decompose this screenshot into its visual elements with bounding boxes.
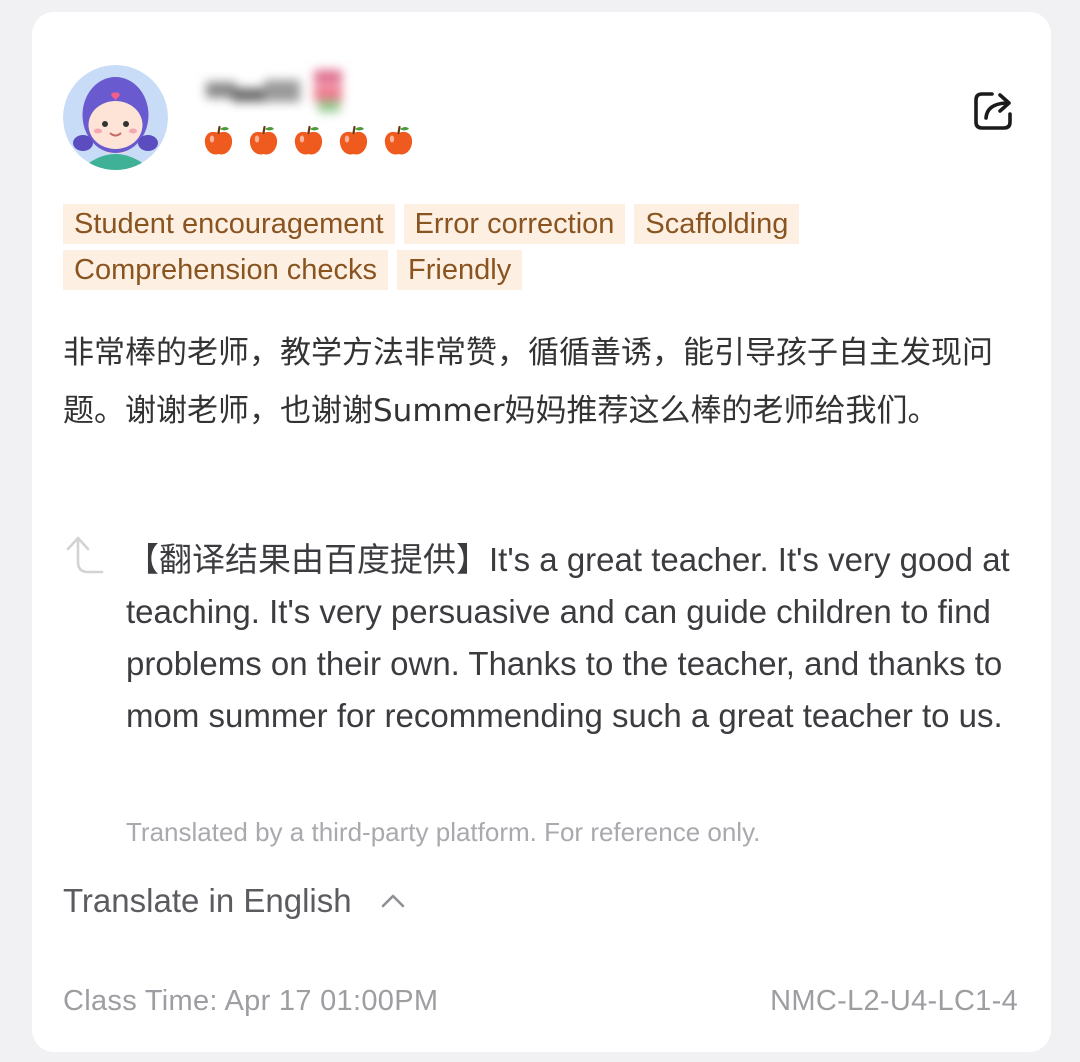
review-card: Student encouragement Error correction S… <box>32 12 1051 1052</box>
tag-list: Student encouragement Error correction S… <box>63 204 883 290</box>
chevron-up-icon <box>381 894 404 908</box>
apple-icon <box>384 125 413 155</box>
share-icon[interactable] <box>970 86 1018 134</box>
apple-icon <box>204 125 233 155</box>
translate-arrow-icon <box>62 534 106 578</box>
class-code: NMC-L2-U4-LC1-4 <box>770 985 1018 1017</box>
tag-chip: Error correction <box>403 204 626 244</box>
translate-toggle-button[interactable]: Translate in English <box>63 882 408 920</box>
apple-icon <box>339 125 368 155</box>
tag-chip: Comprehension checks <box>63 250 389 290</box>
tag-chip: Student encouragement <box>63 204 395 244</box>
tag-chip: Scaffolding <box>634 204 800 244</box>
translation-disclaimer: Translated by a third-party platform. Fo… <box>126 817 761 847</box>
apple-icon <box>294 125 323 155</box>
class-time: Class Time: Apr 17 01:00PM <box>63 985 439 1017</box>
blurred-username <box>202 70 372 116</box>
translated-text: 【翻译结果由百度提供】It's a great teacher. It's ve… <box>126 541 1010 734</box>
avatar[interactable] <box>63 65 168 170</box>
apple-icon <box>249 125 278 155</box>
review-text: 非常棒的老师，教学方法非常赞，循循善诱，能引导孩子自主发现问题。谢谢老师，也谢谢… <box>63 335 993 429</box>
translate-toggle-label: Translate in English <box>63 882 352 919</box>
apple-rating <box>202 124 415 157</box>
tag-chip: Friendly <box>397 250 523 290</box>
